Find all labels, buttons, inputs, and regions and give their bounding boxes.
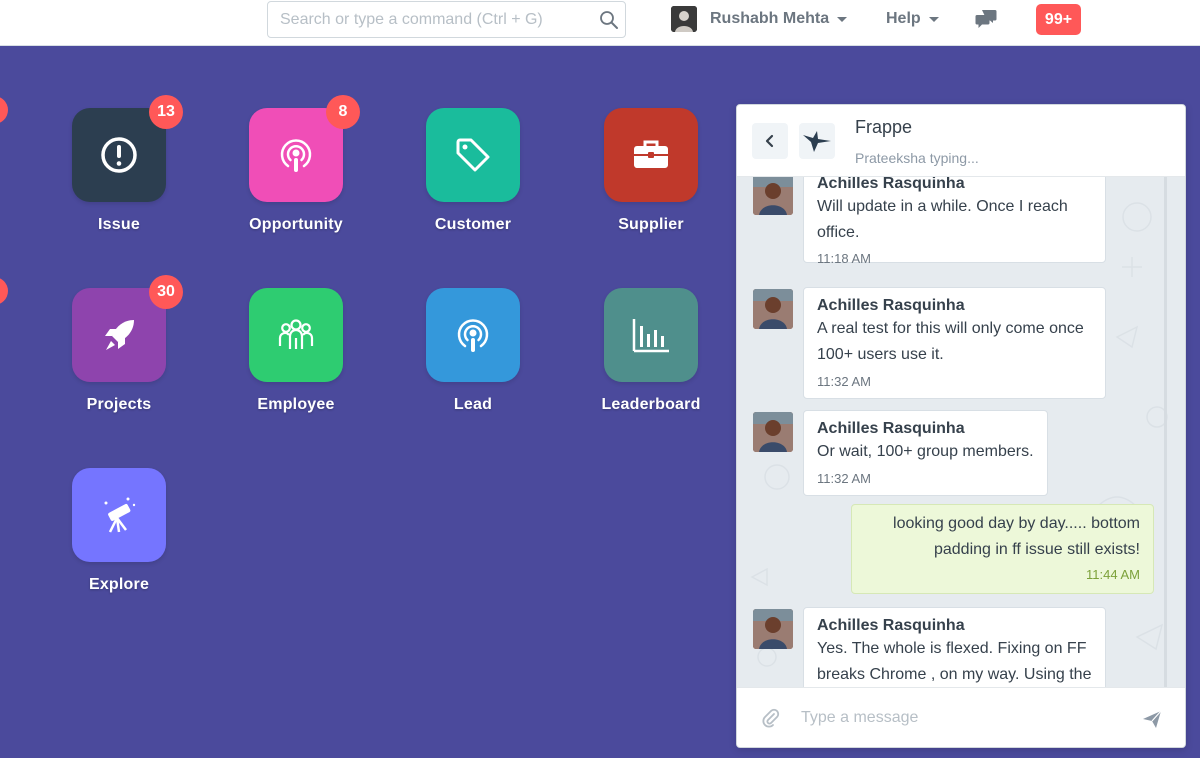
message-line: Or wait, 100+ group members. [817,443,1034,460]
module-supplier[interactable]: Supplier [571,108,731,258]
module-label: Employee [257,396,335,413]
sender-name: Achilles Rasquinha [817,297,965,314]
users-icon [278,319,314,349]
message-bubble: Achilles Rasquinha Or wait, 100+ group m… [803,410,1048,496]
module-opportunity[interactable]: 8 Opportunity [216,95,376,258]
paperclip-icon[interactable] [761,708,781,728]
message-line: 100+ users use it. [817,346,944,363]
message-time: 11:32 AM [817,471,871,486]
top-navbar: Rushabh Mehta Help 99+ [0,0,1200,46]
bar-chart-icon [632,319,669,353]
module-tile[interactable] [249,288,343,382]
count-badge: 13 [149,95,183,129]
module-issue[interactable]: 13 Issue [39,95,199,258]
module-explore[interactable]: Explore [39,468,199,618]
partial-count-badge [0,96,8,124]
exclamation-circle-icon [101,137,137,173]
sender-avatar [753,289,793,329]
message-time: 11:18 AM [817,251,871,266]
chat-window: Frappe Prateeksha typing... Achilles Ras… [736,104,1186,748]
notifications-badge[interactable]: 99+ [1036,4,1081,35]
count-badge: 30 [149,275,183,309]
message-bubble: Achilles Rasquinha A real test for this … [803,287,1106,399]
user-name: Rushabh Mehta [710,10,830,27]
sender-avatar [753,177,793,215]
chat-icon[interactable] [975,9,997,29]
message-bubble: Achilles Rasquinha Yes. The whole is fle… [803,607,1106,687]
message-line: Yes. The whole is flexed. Fixing on FF [817,640,1087,657]
podcast-icon [457,319,489,352]
help-menu[interactable]: Help [886,6,939,32]
user-menu[interactable]: Rushabh Mehta [671,6,848,32]
telescope-icon [104,497,136,533]
message-composer [737,687,1185,747]
search-bar[interactable] [267,1,626,38]
module-tile[interactable] [426,288,520,382]
chevron-down-icon [837,16,848,22]
module-label: Opportunity [249,216,343,233]
module-label: Projects [86,396,152,413]
message-time: 11:44 AM [1086,567,1140,582]
typing-status: Prateeksha typing... [855,150,979,166]
sender-avatar [753,609,793,649]
message-line: office. [817,224,860,241]
room-avatar [799,123,835,159]
message-line: Will update in a while. Once I reach [817,198,1068,215]
tag-icon [456,138,490,172]
rocket-icon [105,320,134,350]
message-line: padding in ff issue still exists! [933,541,1140,558]
module-label: Lead [453,396,493,413]
module-leaderboard[interactable]: Leaderboard [571,288,731,438]
module-projects[interactable]: 30 Projects [39,275,199,438]
send-icon[interactable] [1141,708,1163,730]
module-employee[interactable]: Employee [216,288,376,438]
podcast-icon [280,139,312,172]
count-badge: 8 [326,95,360,129]
message-line: looking good day by day..... bottom [893,515,1140,532]
chevron-down-icon [928,16,939,22]
message-list[interactable]: Achilles Rasquinha Will update in a whil… [737,177,1185,687]
help-label: Help [886,10,921,27]
message-bubble: Achilles Rasquinha Will update in a whil… [803,177,1106,266]
module-lead[interactable]: Lead [393,288,553,438]
chevron-left-icon [765,134,774,148]
module-tile[interactable] [604,288,698,382]
search-input[interactable] [280,10,580,30]
scrollbar[interactable] [1164,177,1167,687]
module-label: Supplier [618,216,684,233]
module-tile[interactable] [72,468,166,562]
module-label: Leaderboard [601,396,701,413]
message-bubble: looking good day by day..... bottom padd… [851,504,1154,594]
chat-header: Frappe Prateeksha typing... [737,105,1185,177]
message-input[interactable] [801,706,1121,730]
module-label: Issue [98,216,140,233]
message-line: A real test for this will only come once [817,320,1084,337]
search-icon[interactable] [599,10,619,30]
user-avatar [671,6,697,32]
sender-name: Achilles Rasquinha [817,420,965,437]
module-tile[interactable] [604,108,698,202]
message-time: 11:32 AM [817,374,871,389]
module-customer[interactable]: Customer [393,108,553,258]
module-label: Customer [434,216,512,233]
partial-count-badge [0,277,8,305]
briefcase-icon [634,140,668,168]
sender-avatar [753,412,793,452]
back-button[interactable] [752,123,788,159]
message-line: breaks Chrome , on my way. Using the [817,666,1092,683]
frappe-bird-icon [803,131,831,152]
module-tile[interactable] [426,108,520,202]
room-name: Frappe [855,117,913,137]
module-label: Explore [88,576,150,593]
sender-name: Achilles Rasquinha [817,177,965,192]
sender-name: Achilles Rasquinha [817,617,965,634]
